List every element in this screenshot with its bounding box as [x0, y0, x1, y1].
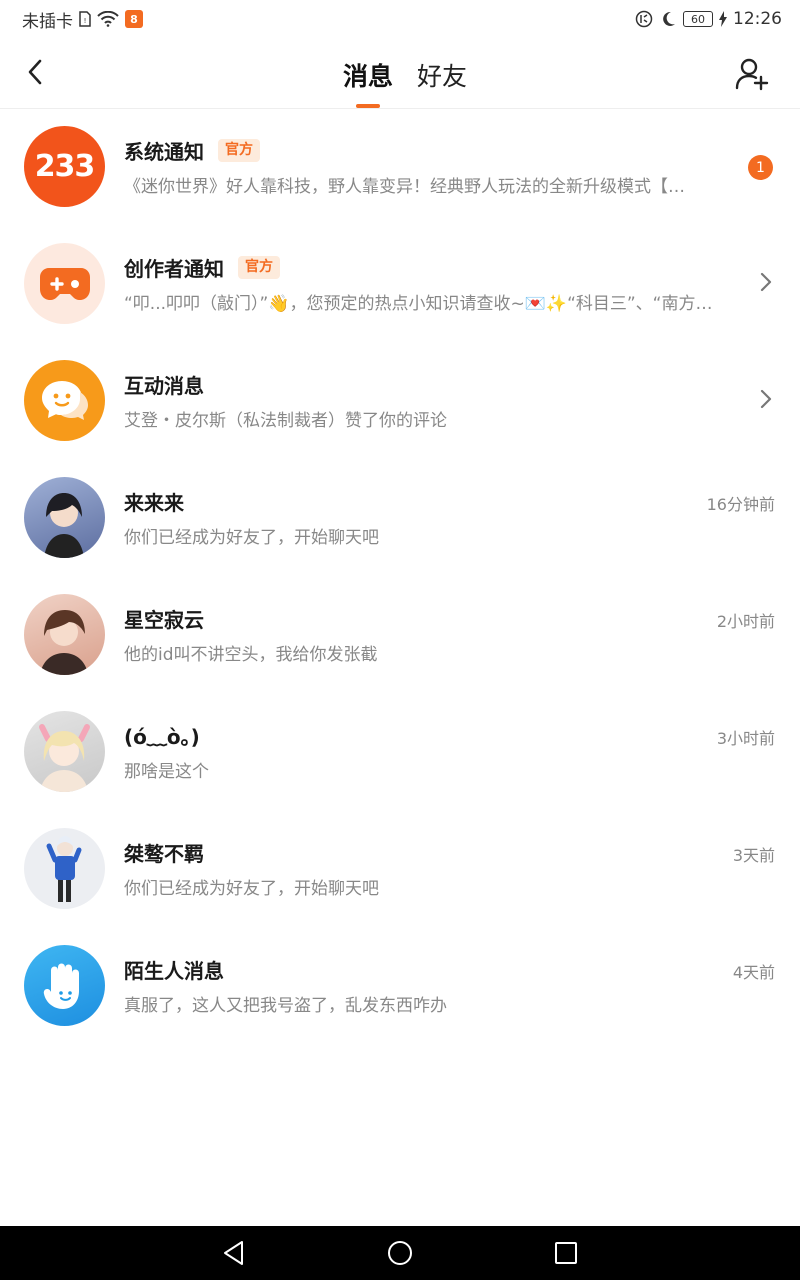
user-avatar-icon	[44, 493, 84, 558]
nav-home-button[interactable]	[380, 1233, 420, 1273]
tab-messages[interactable]: 消息	[343, 38, 393, 109]
message-preview: 那啥是这个	[124, 762, 209, 782]
contact-name: (ó﹏ò｡)	[124, 725, 200, 749]
unread-badge: 1	[748, 155, 773, 180]
gamepad-avatar	[24, 243, 105, 324]
list-item-interactions[interactable]: 互动消息 艾登・皮尔斯（私法制裁者）赞了你的评论	[0, 343, 800, 460]
message-preview: “叩...叩叩（敲门）”👋，您预定的热点小知识请查收~💌✨“科目三”、“南方…	[124, 294, 713, 314]
message-preview: 艾登・皮尔斯（私法制裁者）赞了你的评论	[124, 411, 447, 431]
add-friend-button[interactable]	[732, 54, 772, 94]
app-notification-icon: 8	[125, 10, 143, 28]
contact-name: 桀骜不羁	[124, 842, 204, 866]
carrier-text: 未插卡	[22, 11, 73, 32]
header: 消息 好友	[0, 38, 800, 109]
avatar	[24, 711, 105, 792]
list-item-friend[interactable]: 星空寂云 他的id叫不讲空头，我给你发张截 2小时前	[0, 577, 800, 694]
contact-name: 创作者通知	[124, 257, 224, 281]
status-bar: 未插卡 ! 8 60 12:26	[0, 0, 800, 38]
add-user-icon	[735, 58, 769, 91]
list-item-stranger-messages[interactable]: 陌生人消息 真服了，这人又把我号盗了，乱发东西咋办 4天前	[0, 928, 800, 1045]
tab-friends[interactable]: 好友	[417, 38, 467, 109]
chevron-right-icon	[756, 387, 776, 411]
contact-name: 来来来	[124, 491, 184, 515]
chat-avatar	[24, 360, 105, 441]
triangle-back-icon	[224, 1241, 243, 1265]
list-item-friend[interactable]: 桀骜不羁 你们已经成为好友了，开始聊天吧 3天前	[0, 811, 800, 928]
message-preview: 《迷你世界》好人靠科技，野人靠变异！经典野人玩法的全新升级模式【…	[124, 177, 685, 197]
avatar	[24, 828, 105, 909]
svg-text:!: !	[84, 17, 87, 25]
charging-icon	[719, 11, 727, 27]
message-preview: 你们已经成为好友了，开始聊天吧	[124, 879, 379, 899]
wifi-icon	[97, 11, 119, 27]
user-avatar-icon	[40, 610, 88, 675]
gamepad-icon	[39, 267, 90, 300]
official-tag: 官方	[238, 256, 280, 279]
message-time: 3小时前	[716, 729, 775, 748]
avatar	[24, 594, 105, 675]
circle-home-icon	[388, 1241, 412, 1265]
list-item-friend[interactable]: (ó﹏ò｡) 那啥是这个 3小时前	[0, 694, 800, 811]
system-nav-bar	[0, 1226, 800, 1280]
message-time: 4天前	[732, 963, 775, 982]
chat-bubble-icon	[41, 380, 88, 420]
user-avatar-icon	[46, 836, 82, 902]
back-button[interactable]	[16, 52, 54, 92]
contact-name: 星空寂云	[124, 608, 204, 632]
message-time: 3天前	[732, 846, 775, 865]
tab-friends-label: 好友	[417, 62, 468, 91]
message-preview: 你们已经成为好友了，开始聊天吧	[124, 528, 379, 548]
message-time: 16分钟前	[706, 495, 775, 514]
message-preview: 真服了，这人又把我号盗了，乱发东西咋办	[124, 996, 447, 1016]
tab-messages-label: 消息	[342, 62, 393, 91]
message-list: 233 系统通知 官方 《迷你世界》好人靠科技，野人靠变异！经典野人玩法的全新升…	[0, 109, 800, 1045]
logo-text: 233	[34, 149, 96, 184]
clock: 12:26	[733, 9, 782, 29]
contact-name: 互动消息	[124, 374, 204, 398]
message-preview: 他的id叫不讲空头，我给你发张截	[124, 645, 378, 665]
user-avatar-icon	[39, 724, 90, 792]
official-tag: 官方	[218, 139, 260, 162]
list-item-creator-notice[interactable]: 创作者通知 官方 “叩...叩叩（敲门）”👋，您预定的热点小知识请查收~💌✨“科…	[0, 226, 800, 343]
data-saver-icon	[635, 10, 653, 28]
back-arrow-icon	[28, 59, 42, 85]
waving-hand-icon	[43, 963, 79, 1009]
square-recents-icon	[555, 1242, 577, 1264]
contact-name: 陌生人消息	[124, 959, 224, 983]
chevron-right-icon	[756, 270, 776, 294]
stranger-avatar	[24, 945, 105, 1026]
list-item-friend[interactable]: 来来来 你们已经成为好友了，开始聊天吧 16分钟前	[0, 460, 800, 577]
avatar	[24, 477, 105, 558]
tab-bar: 消息 好友	[0, 38, 800, 109]
nav-recents-button[interactable]	[546, 1233, 586, 1273]
233-logo-icon: 233	[24, 126, 105, 207]
message-time: 2小时前	[716, 612, 775, 631]
battery-icon: 60	[683, 11, 713, 27]
moon-icon	[659, 10, 677, 28]
list-item-system-notice[interactable]: 233 系统通知 官方 《迷你世界》好人靠科技，野人靠变异！经典野人玩法的全新升…	[0, 109, 800, 226]
tab-active-indicator	[355, 104, 380, 108]
nav-back-button[interactable]	[214, 1233, 254, 1273]
sim-icon: !	[79, 11, 91, 27]
contact-name: 系统通知	[124, 140, 204, 164]
